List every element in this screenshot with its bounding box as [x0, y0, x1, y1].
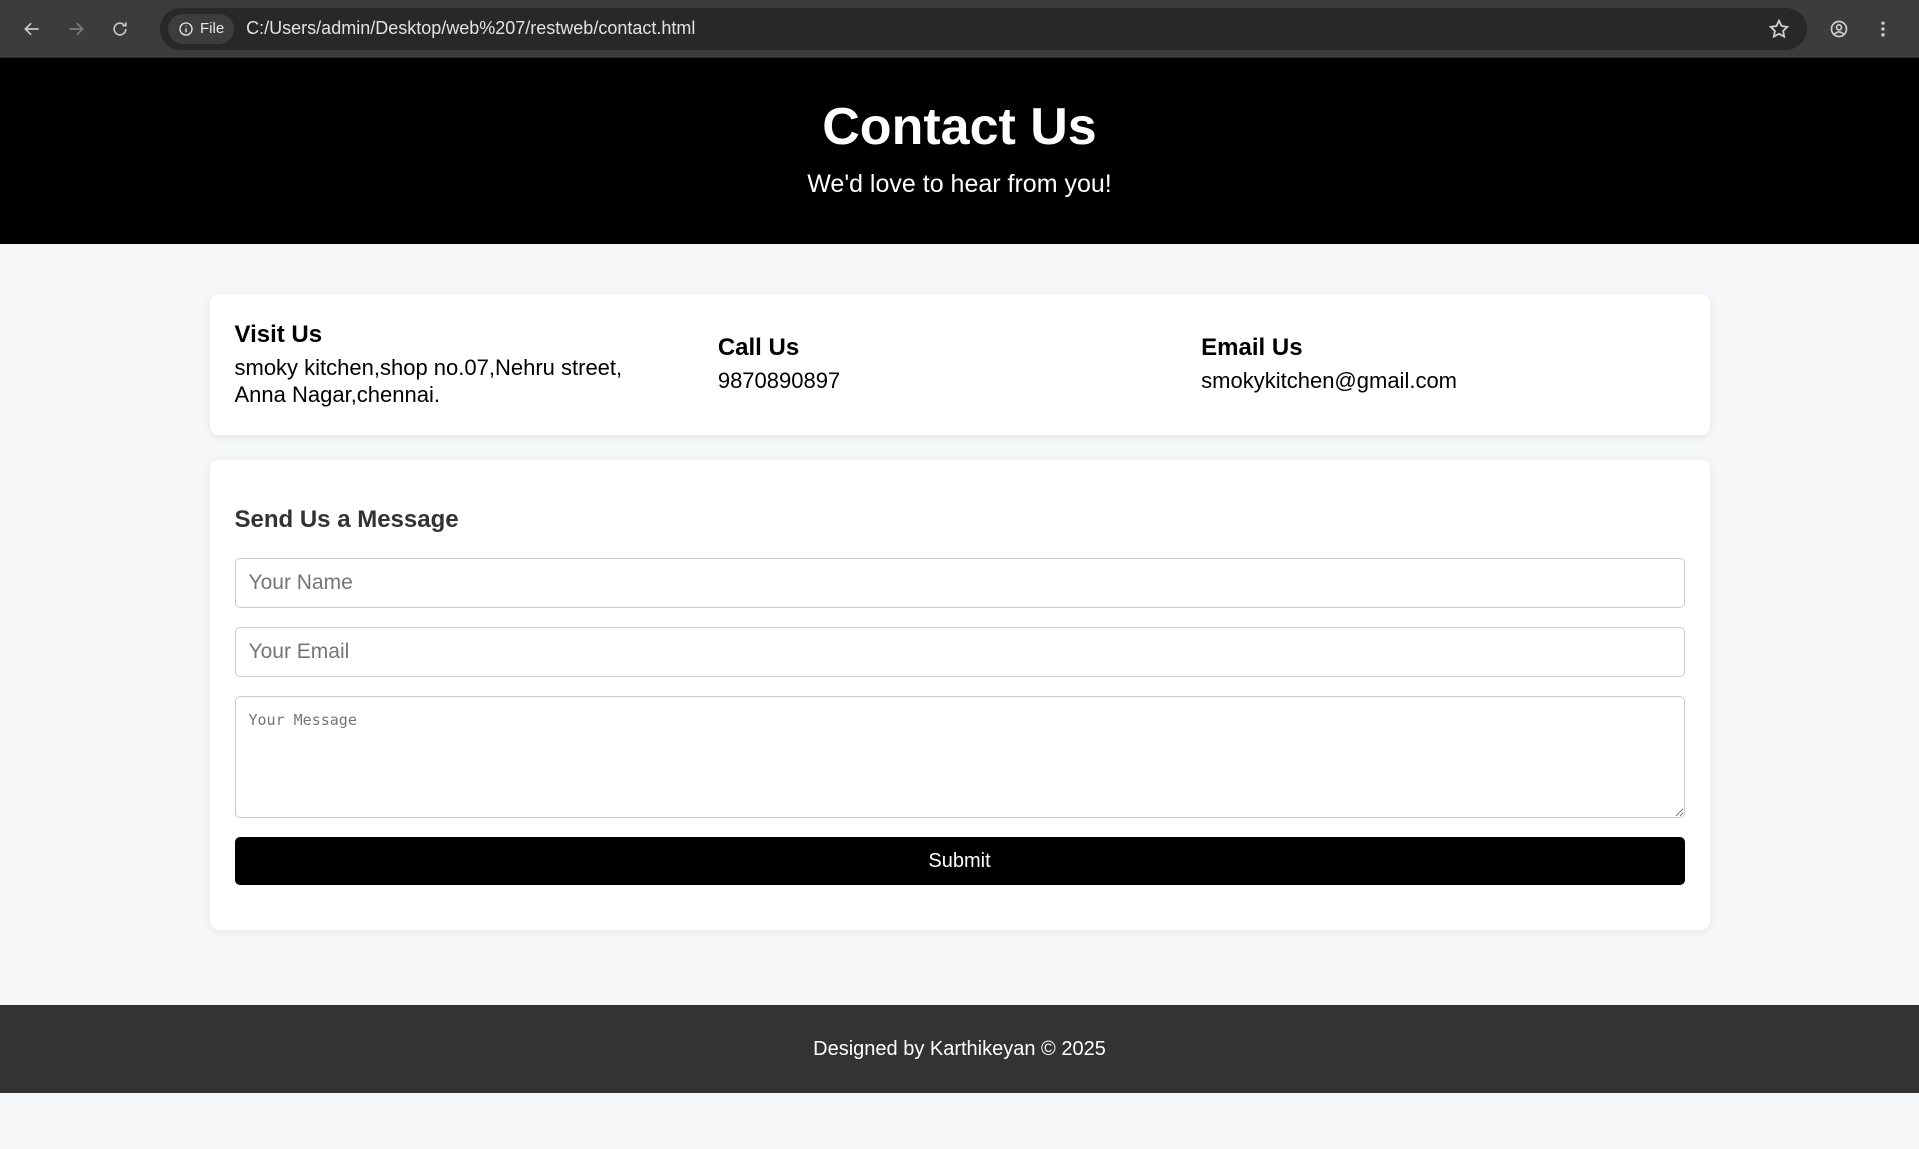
bookmark-button[interactable] [1759, 9, 1799, 49]
more-vertical-icon [1881, 21, 1885, 36]
forward-button[interactable] [56, 9, 96, 49]
star-icon [1768, 18, 1790, 38]
footer-text: Designed by Karthikeyan © 2025 [813, 1037, 1106, 1060]
url-text[interactable]: C:/Users/admin/Desktop/web%207/restweb/c… [246, 18, 1759, 39]
page-subtitle: We'd love to hear from you! [807, 170, 1112, 199]
message-textarea[interactable] [234, 696, 1685, 818]
browser-toolbar: File C:/Users/admin/Desktop/web%207/rest… [0, 0, 1919, 58]
info-icon [179, 21, 193, 36]
address-text: smoky kitchen,shop no.07,Nehru street, A… [234, 355, 623, 407]
site-info-chip[interactable]: File [168, 13, 235, 44]
submit-button[interactable]: Submit [234, 837, 1685, 885]
email-input[interactable] [234, 627, 1685, 677]
page-footer: Designed by Karthikeyan © 2025 [0, 1005, 1919, 1093]
main-content: Visit Us smoky kitchen,shop no.07,Nehru … [209, 294, 1710, 930]
arrow-left-icon [24, 22, 39, 35]
phone-text: 9870890897 [717, 368, 841, 394]
reload-button[interactable] [100, 9, 140, 49]
hero-header: Contact Us We'd love to hear from you! [0, 58, 1919, 244]
contact-info-card: Visit Us smoky kitchen,shop no.07,Nehru … [209, 294, 1710, 435]
page-title: Contact Us [822, 98, 1097, 156]
call-us-heading: Call Us [717, 334, 800, 362]
email-us-heading: Email Us [1201, 334, 1303, 362]
message-form-card: Send Us a Message Submit [209, 460, 1710, 930]
email-us-block: Email Us smokykitchen@gmail.com [1201, 334, 1684, 394]
visit-us-heading: Visit Us [234, 321, 323, 349]
email-text: smokykitchen@gmail.com [1201, 368, 1458, 394]
call-us-block: Call Us 9870890897 [718, 334, 1201, 394]
form-heading: Send Us a Message [234, 506, 459, 533]
profile-button[interactable] [1819, 9, 1859, 49]
reload-icon [113, 21, 127, 36]
address-bar[interactable]: File C:/Users/admin/Desktop/web%207/rest… [160, 7, 1807, 50]
account-icon [1830, 20, 1848, 37]
visit-us-block: Visit Us smoky kitchen,shop no.07,Nehru … [235, 321, 718, 408]
file-chip-label: File [200, 20, 225, 37]
back-button[interactable] [12, 9, 52, 49]
name-input[interactable] [234, 558, 1685, 608]
arrow-right-icon [69, 22, 84, 35]
menu-button[interactable] [1863, 9, 1903, 49]
